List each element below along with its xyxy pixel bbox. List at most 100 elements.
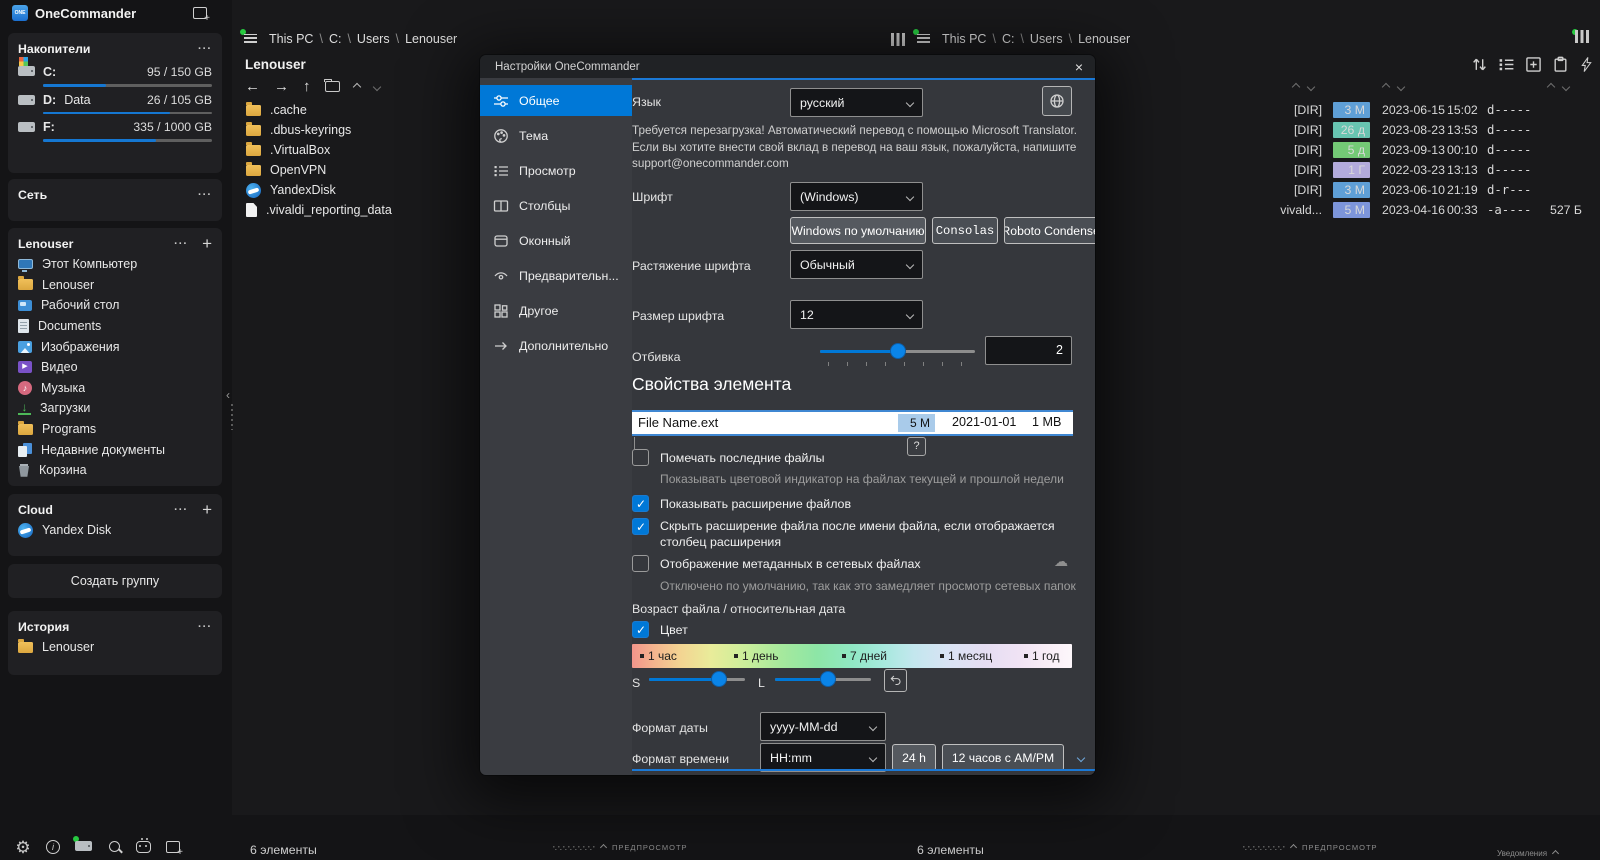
sidebar-item-recent-documents[interactable]: Недавние документы (18, 439, 212, 460)
font-dropdown[interactable]: (Windows) (790, 182, 923, 211)
pane-menu-icon[interactable] (244, 34, 257, 43)
pane-menu-icon[interactable] (917, 34, 930, 43)
checkbox-label[interactable]: Помечать последние файлы (660, 451, 825, 467)
dialog-close-icon[interactable] (1063, 55, 1095, 78)
checkbox-hide-extension-after-name[interactable] (632, 518, 649, 535)
tab-view[interactable]: Просмотр (480, 155, 632, 186)
font-stretch-dropdown[interactable]: Обычный (790, 250, 923, 279)
expand-icon[interactable] (372, 82, 381, 91)
drives-status-button[interactable] (72, 836, 94, 856)
favorites-menu-button[interactable] (174, 238, 188, 250)
breadcrumb-segment[interactable]: This PC (267, 32, 315, 46)
network-menu-button[interactable] (198, 189, 212, 201)
checkbox-label[interactable]: Скрыть расширение файла после имени файл… (660, 519, 1060, 550)
tab-window[interactable]: Оконный (480, 225, 632, 256)
breadcrumb-segment[interactable]: C: (315, 32, 343, 46)
help-button[interactable]: ? (907, 437, 926, 456)
breadcrumb-segment[interactable]: Lenouser (1065, 32, 1133, 46)
history-item-lenouser[interactable]: Lenouser (18, 637, 212, 658)
checkbox-label[interactable]: Показывать расширение файлов (660, 497, 851, 513)
dialog-titlebar[interactable]: Настройки OneCommander (480, 55, 1095, 78)
checkbox-label[interactable]: Отображение метаданных в сетевых файлах (660, 557, 921, 573)
language-dropdown[interactable]: русский (790, 88, 923, 117)
sidebar-item-this-computer[interactable]: Этот Компьютер (18, 254, 212, 275)
font-preset-consolas[interactable]: Consolas (932, 217, 998, 244)
drag-handle[interactable] (1243, 845, 1285, 850)
up-icon[interactable]: ↑ (303, 78, 311, 95)
sort-icon[interactable] (1471, 56, 1488, 73)
breadcrumb-segment[interactable]: This PC (940, 32, 988, 46)
sort-toggle[interactable] (1381, 82, 1406, 92)
time-12h-button[interactable]: 12 часов с AM/PM (942, 744, 1064, 771)
sort-toggle[interactable] (1291, 82, 1316, 92)
saturation-slider[interactable] (649, 670, 745, 688)
chart-columns-icon[interactable] (1575, 30, 1591, 43)
breadcrumb-segment[interactable]: Lenouser (392, 32, 460, 46)
pane-collapse-handle[interactable]: ‹ (226, 388, 230, 402)
time-24h-button[interactable]: 24 h (892, 744, 936, 771)
create-group-button[interactable]: Создать группу (8, 564, 222, 598)
tab-other[interactable]: Другое (480, 295, 632, 326)
sidebar-item-documents[interactable]: Documents (18, 316, 212, 337)
folder-up-icon[interactable] (324, 78, 340, 92)
breadcrumb-segment[interactable]: C: (988, 32, 1016, 46)
lightness-slider[interactable] (775, 670, 871, 688)
scroll-down-icon[interactable] (1076, 750, 1086, 764)
tab-preview[interactable]: Предварительн... (480, 260, 632, 291)
drive-row[interactable]: C: 95 / 150 GB (18, 57, 212, 87)
history-menu-button[interactable] (198, 621, 212, 633)
new-window-button[interactable] (162, 838, 184, 858)
notifications-toggle[interactable]: Уведомления (1497, 849, 1560, 858)
spacing-slider[interactable] (820, 342, 975, 360)
back-icon[interactable]: ← (245, 78, 260, 95)
search-button[interactable] (104, 838, 126, 856)
drives-menu-button[interactable] (198, 43, 212, 55)
checkbox-mark-recent[interactable] (632, 449, 649, 466)
settings-button[interactable] (12, 838, 34, 856)
tab-general[interactable]: Общее (480, 85, 632, 116)
new-folder-icon[interactable] (1525, 56, 1542, 73)
breadcrumb-segment[interactable]: Users (1016, 32, 1064, 46)
forward-icon[interactable]: → (274, 78, 289, 95)
drag-handle[interactable] (553, 845, 595, 850)
sidebar-item-yandex-disk[interactable]: Yandex Disk (18, 520, 212, 541)
sidebar-item-lenouser[interactable]: Lenouser (18, 275, 212, 296)
spacing-value[interactable]: 2 (985, 336, 1072, 365)
columns-view-icon[interactable] (891, 32, 907, 46)
checkbox-label[interactable]: Цвет (660, 623, 688, 639)
drive-row[interactable]: D: Data 26 / 105 GB (18, 91, 212, 114)
right-preview-toggle[interactable]: ПРЕДПРОСМОТР (1243, 843, 1378, 852)
sidebar-item-programs[interactable]: Programs (18, 419, 212, 440)
tab-theme[interactable]: Тема (480, 120, 632, 151)
drive-row[interactable]: F: 335 / 1000 GB (18, 118, 212, 142)
checkbox-show-extensions[interactable] (632, 495, 649, 512)
details-view-icon[interactable] (1498, 56, 1515, 73)
tab-columns[interactable]: Столбцы (480, 190, 632, 221)
pane-divider[interactable] (231, 404, 233, 430)
sidebar-item-music[interactable]: Музыка (18, 378, 212, 399)
sidebar-item-recycle-bin[interactable]: Корзина (18, 460, 212, 481)
new-window-icon[interactable] (193, 7, 210, 24)
cloud-menu-button[interactable] (174, 504, 188, 516)
time-format-dropdown[interactable]: HH:mm (760, 743, 886, 772)
cloud-add-button[interactable] (202, 502, 212, 518)
info-button[interactable] (42, 838, 64, 856)
font-preset-windows-default[interactable]: Windows по умолчанию (790, 217, 926, 244)
quick-actions-icon[interactable] (1579, 56, 1594, 73)
reset-button[interactable] (884, 669, 907, 692)
left-preview-toggle[interactable]: ПРЕДПРОСМОТР (553, 843, 688, 852)
font-preset-roboto-condensed[interactable]: Roboto Condensed (1004, 217, 1095, 244)
sort-toggle[interactable] (1546, 82, 1571, 92)
collapse-icon[interactable] (352, 82, 361, 91)
favorites-add-button[interactable] (202, 236, 212, 252)
assistant-button[interactable] (132, 838, 154, 856)
sidebar-item-desktop[interactable]: Рабочий стол (18, 295, 212, 316)
checkbox-network-metadata[interactable] (632, 555, 649, 572)
sidebar-item-video[interactable]: Видео (18, 357, 212, 378)
date-format-dropdown[interactable]: yyyy-MM-dd (760, 712, 886, 741)
breadcrumb-segment[interactable]: Users (343, 32, 391, 46)
checkbox-color[interactable] (632, 621, 649, 638)
paste-icon[interactable] (1552, 56, 1569, 73)
sidebar-item-downloads[interactable]: Загрузки (18, 398, 212, 419)
tab-advanced[interactable]: Дополнительно (480, 330, 632, 361)
